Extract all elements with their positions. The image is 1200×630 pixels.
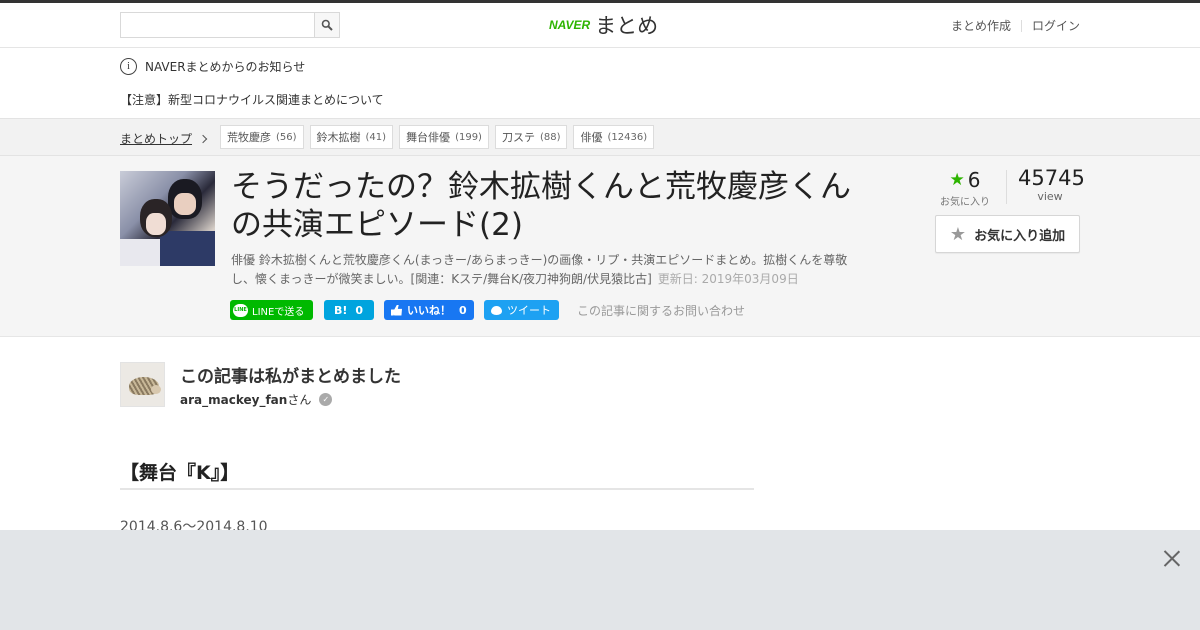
thumbs-up-icon <box>391 304 402 316</box>
header-links: まとめ作成 ログイン <box>951 17 1080 34</box>
author-name-line: ara_mackey_fan さん ✓ <box>180 391 333 408</box>
matome-logo-text: まとめ <box>595 14 659 38</box>
author-avatar[interactable] <box>120 362 165 407</box>
tag-label: 荒牧慶彦 <box>227 131 271 144</box>
favorites-label: お気に入り <box>940 197 990 208</box>
tag-count: (56) <box>276 131 297 143</box>
login-link[interactable]: ログイン <box>1032 17 1080 34</box>
tag-item[interactable]: 鈴木拡樹 (41) <box>309 125 394 149</box>
tag-label: 鈴木拡樹 <box>316 131 361 144</box>
author-name-link[interactable]: ara_mackey_fan <box>180 393 287 407</box>
thumbnail-shape <box>160 231 215 266</box>
star-icon: ★ <box>949 170 965 190</box>
stat-divider <box>1006 170 1007 204</box>
article-header: そうだったの？鈴木拡樹くんと荒牧慶彦くんの共演エピソード(2) 俳優 鈴木拡樹く… <box>0 156 1200 337</box>
favorites-stat: ★ 6 お気に入り <box>940 168 990 208</box>
tag-count: (41) <box>365 131 387 143</box>
tag-label: 刀ステ <box>501 131 535 144</box>
tag-item[interactable]: 舞台俳優 (199) <box>399 125 489 149</box>
ad-banner <box>0 530 1200 630</box>
site-logo[interactable]: NAVER まとめ <box>549 11 658 39</box>
header-divider <box>1020 19 1022 32</box>
info-icon: i <box>120 58 137 75</box>
facebook-like-count: 0 <box>459 303 467 317</box>
favorites-count: 6 <box>967 168 981 192</box>
chevron-right-icon <box>198 134 208 143</box>
breadcrumb-label: まとめトップ <box>120 132 193 146</box>
tag-count: (199) <box>455 131 482 143</box>
tag-label: 俳優 <box>580 131 603 144</box>
line-share-label: LINEで送る <box>252 306 305 318</box>
line-share-button[interactable]: LINE LINEで送る <box>230 300 313 320</box>
updated-date: 更新日: 2019年03月09日 <box>657 272 799 286</box>
favorites-number: ★ 6 <box>940 168 990 192</box>
share-buttons: LINE LINEで送る B! 0 いいね！ 0 ツイート この記事に関するお問… <box>230 300 745 320</box>
search-input[interactable] <box>121 13 315 37</box>
views-stat: 45745 view <box>1018 166 1085 203</box>
facebook-like-button[interactable]: いいね！ 0 <box>384 300 474 320</box>
tag-item[interactable]: 荒牧慶彦 (56) <box>220 125 304 149</box>
site-header: NAVER まとめ まとめ作成 ログイン <box>0 3 1200 48</box>
thumbnail-shape <box>146 213 166 235</box>
hatena-icon: B! <box>334 303 348 317</box>
hatena-bookmark-button[interactable]: B! 0 <box>324 300 374 320</box>
tag-count: (12436) <box>607 131 648 143</box>
breadcrumb-top-link[interactable]: まとめトップ <box>120 130 208 147</box>
thumbnail-shape <box>174 193 196 215</box>
tag-item[interactable]: 俳優 (12436) <box>573 125 655 149</box>
naver-logo-text: NAVER <box>549 18 591 32</box>
article-thumbnail <box>120 171 215 266</box>
tweet-label: ツイート <box>507 304 551 317</box>
article-description: 俳優 鈴木拡樹くんと荒牧慶彦くん(まっきー/あらまっきー)の画像・リプ・共演エピ… <box>231 251 851 289</box>
hatena-count: 0 <box>355 303 364 317</box>
search-icon <box>321 19 333 31</box>
article-title: そうだったの？鈴木拡樹くんと荒牧慶彦くんの共演エピソード(2) <box>231 169 851 243</box>
views-count: 45745 <box>1018 166 1085 190</box>
tag-list: 荒牧慶彦 (56) 鈴木拡樹 (41) 舞台俳優 (199) 刀ステ (88) 俳優 (1… <box>220 125 655 149</box>
twitter-bird-icon <box>491 305 502 315</box>
facebook-like-label: いいね！ <box>407 304 451 317</box>
create-matome-link[interactable]: まとめ作成 <box>951 17 1011 34</box>
star-outline-icon: ★ <box>949 223 967 245</box>
tag-count: (88) <box>539 131 561 143</box>
views-label: view <box>1037 190 1063 203</box>
add-favorite-label: お気に入り追加 <box>974 228 1066 244</box>
article-inquiry-link[interactable]: この記事に関するお問い合わせ <box>577 302 745 319</box>
author-heading: この記事は私がまとめました <box>180 367 401 387</box>
author-suffix: さん <box>287 393 312 407</box>
line-icon: LINE <box>233 303 248 317</box>
search-box <box>120 12 340 38</box>
tag-item[interactable]: 刀ステ (88) <box>494 125 568 149</box>
verified-icon: ✓ <box>319 393 333 406</box>
notice-heading: i NAVERまとめからのお知らせ <box>120 58 305 75</box>
thumbnail-shape <box>120 239 165 266</box>
tag-bar: まとめトップ 荒牧慶彦 (56) 鈴木拡樹 (41) 舞台俳優 (199) 刀ステ (8… <box>0 118 1200 156</box>
notice-item-link[interactable]: 【注意】新型コロナウイルス関連まとめについて <box>120 91 384 108</box>
tag-label: 舞台俳優 <box>406 131 451 144</box>
section-heading: 【舞台『K』】 <box>120 458 754 490</box>
add-favorite-button[interactable]: ★ お気に入り追加 <box>935 215 1080 253</box>
hedgehog-face <box>151 385 161 394</box>
notice-title: NAVERまとめからのお知らせ <box>145 60 306 74</box>
tweet-button[interactable]: ツイート <box>484 300 559 320</box>
close-icon[interactable] <box>1161 547 1183 569</box>
search-button[interactable] <box>314 13 339 37</box>
